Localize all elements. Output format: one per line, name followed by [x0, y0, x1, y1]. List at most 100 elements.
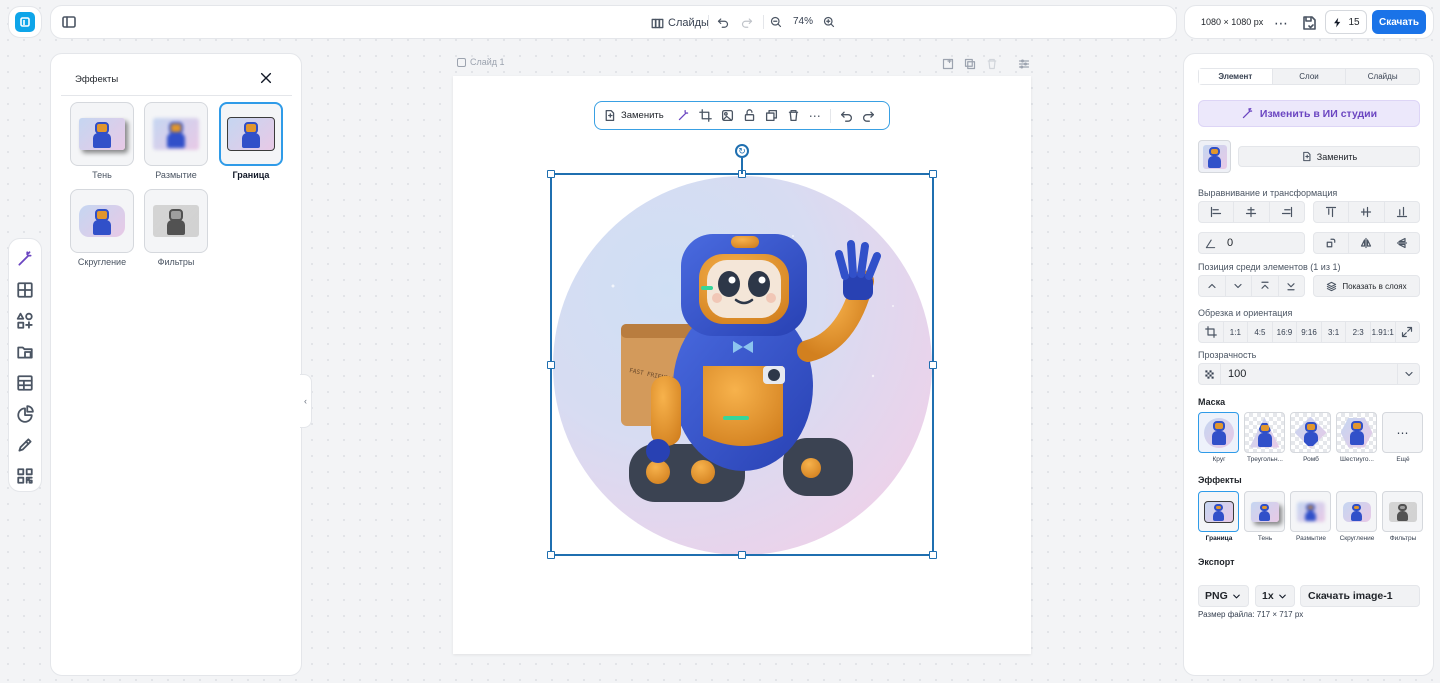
bring-to-front-icon[interactable] — [1252, 276, 1279, 296]
draw-icon[interactable] — [10, 429, 40, 460]
ratio-2-3[interactable]: 2:3 — [1346, 322, 1371, 342]
tab-element[interactable]: Элемент — [1199, 69, 1273, 84]
send-backward-icon[interactable] — [1226, 276, 1252, 296]
magic-wand-icon[interactable] — [677, 109, 690, 122]
add-slide-icon[interactable] — [940, 56, 956, 72]
more-icon[interactable]: ⋯ — [809, 109, 821, 123]
credits-button[interactable]: 15 — [1325, 10, 1367, 34]
ratio-1-1[interactable]: 1:1 — [1224, 322, 1249, 342]
align-top-icon[interactable] — [1314, 202, 1350, 222]
canvas-size[interactable]: 1080 × 1080 px — [1201, 17, 1263, 27]
effect-option-filters[interactable]: Фильтры — [142, 189, 210, 267]
ratio-16-9[interactable]: 16:9 — [1273, 322, 1298, 342]
chart-icon[interactable] — [10, 398, 40, 429]
zoom-in-icon[interactable] — [822, 15, 836, 29]
effect-option-shadow[interactable]: Тень — [1244, 491, 1286, 542]
slides-button[interactable]: Слайды — [651, 14, 709, 32]
chevron-down-icon[interactable] — [1397, 364, 1419, 384]
align-bottom-icon[interactable] — [1385, 202, 1419, 222]
replace-button[interactable]: Заменить — [603, 109, 664, 122]
replace-label: Заменить — [1316, 151, 1358, 162]
qr-code-icon[interactable] — [10, 460, 40, 491]
export-format-select[interactable]: PNG — [1198, 585, 1249, 607]
effect-option-border[interactable]: Граница — [217, 102, 285, 180]
delete-icon[interactable] — [787, 109, 800, 122]
checkbox-icon[interactable] — [457, 57, 466, 67]
tab-slides[interactable]: Слайды — [1346, 69, 1419, 84]
rotate-icon[interactable] — [1314, 233, 1350, 253]
export-download-button[interactable]: Скачать image-1 — [1300, 585, 1420, 607]
expand-icon[interactable] — [1396, 322, 1420, 342]
resize-handle-sw[interactable] — [547, 551, 555, 559]
crop-icon[interactable] — [698, 109, 712, 122]
align-center-icon[interactable] — [1234, 202, 1270, 222]
uploads-icon[interactable] — [10, 336, 40, 367]
resize-handle-s[interactable] — [738, 551, 746, 559]
replace-image-button[interactable]: Заменить — [1238, 146, 1420, 167]
ratio-3-1[interactable]: 3:1 — [1322, 322, 1347, 342]
selection-box[interactable] — [547, 170, 937, 559]
resize-handle-e[interactable] — [929, 361, 937, 369]
resize-handle-w[interactable] — [547, 361, 555, 369]
templates-icon[interactable] — [10, 274, 40, 305]
delete-slide-icon[interactable] — [984, 56, 1000, 72]
mask-option-rhombus[interactable]: Ромб — [1290, 412, 1332, 463]
close-icon[interactable] — [259, 71, 273, 85]
mask-option-more[interactable]: ⋯ Ещё — [1382, 412, 1424, 463]
flip-horizontal-icon[interactable] — [1349, 233, 1385, 253]
effect-option-rounding[interactable]: Скругление — [68, 189, 136, 267]
ratio-4-5[interactable]: 4:5 — [1248, 322, 1273, 342]
rotation-field[interactable]: 0 — [1198, 232, 1305, 254]
ratio-1-91-1[interactable]: 1.91:1 — [1371, 322, 1396, 342]
tab-layers[interactable]: Слои — [1273, 69, 1347, 84]
effect-option-filters[interactable]: Фильтры — [1382, 491, 1424, 542]
download-button[interactable]: Скачать — [1372, 10, 1426, 34]
duplicate-slide-icon[interactable] — [962, 56, 978, 72]
zoom-level[interactable]: 74% — [793, 16, 813, 27]
image-thumbnail[interactable] — [1198, 140, 1231, 173]
sidebar-toggle-icon[interactable] — [61, 14, 77, 30]
bring-forward-icon[interactable] — [1199, 276, 1226, 296]
effect-option-blur[interactable]: Размытие — [142, 102, 210, 180]
align-left-icon[interactable] — [1199, 202, 1235, 222]
opacity-field[interactable]: 100 — [1198, 363, 1420, 385]
show-in-layers-button[interactable]: Показать в слоях — [1313, 275, 1420, 297]
ratio-9-16[interactable]: 9:16 — [1297, 322, 1322, 342]
image-edit-icon[interactable] — [721, 109, 734, 122]
effect-option-border[interactable]: Граница — [1198, 491, 1240, 542]
slide-settings-icon[interactable] — [1016, 56, 1032, 72]
export-scale-select[interactable]: 1x — [1255, 585, 1295, 607]
mask-option-circle[interactable]: Круг — [1198, 412, 1240, 463]
crop-icon[interactable] — [1199, 322, 1224, 342]
send-to-back-icon[interactable] — [1279, 276, 1305, 296]
save-status-icon[interactable] — [1301, 15, 1317, 31]
redo-icon[interactable] — [740, 15, 754, 29]
effect-option-shadow[interactable]: Тень — [68, 102, 136, 180]
flip-vertical-icon[interactable] — [1385, 233, 1419, 253]
app-logo[interactable] — [8, 6, 42, 38]
unlock-icon[interactable] — [743, 109, 756, 122]
align-middle-icon[interactable] — [1349, 202, 1385, 222]
more-icon[interactable]: ⋯ — [1273, 15, 1289, 31]
slide-label[interactable]: Слайд 1 — [457, 57, 505, 67]
ai-studio-button[interactable]: Изменить в ИИ студии — [1198, 100, 1420, 127]
effect-option-rounding[interactable]: Скругление — [1336, 491, 1378, 542]
resize-handle-se[interactable] — [929, 551, 937, 559]
shapes-icon[interactable] — [10, 305, 40, 336]
effect-option-blur[interactable]: Размытие — [1290, 491, 1332, 542]
undo-icon[interactable] — [716, 15, 730, 29]
zoom-out-icon[interactable] — [769, 15, 783, 29]
mask-option-hexagon[interactable]: Шестиуго... — [1336, 412, 1378, 463]
mask-option-triangle[interactable]: Треугольн... — [1244, 412, 1286, 463]
undo-icon[interactable] — [840, 109, 853, 122]
duplicate-icon[interactable] — [765, 109, 778, 122]
resize-handle-ne[interactable] — [929, 170, 937, 178]
resize-handle-nw[interactable] — [547, 170, 555, 178]
properties-panel: Элемент Слои Слайды Изменить в ИИ студии… — [1183, 53, 1434, 676]
table-icon[interactable] — [10, 367, 40, 398]
redo-icon[interactable] — [862, 109, 875, 122]
align-right-icon[interactable] — [1270, 202, 1304, 222]
collapse-panel-handle[interactable]: ‹ — [300, 374, 312, 428]
magic-wand-icon[interactable] — [10, 243, 40, 274]
rotate-handle-icon[interactable]: ↻ — [735, 144, 749, 158]
